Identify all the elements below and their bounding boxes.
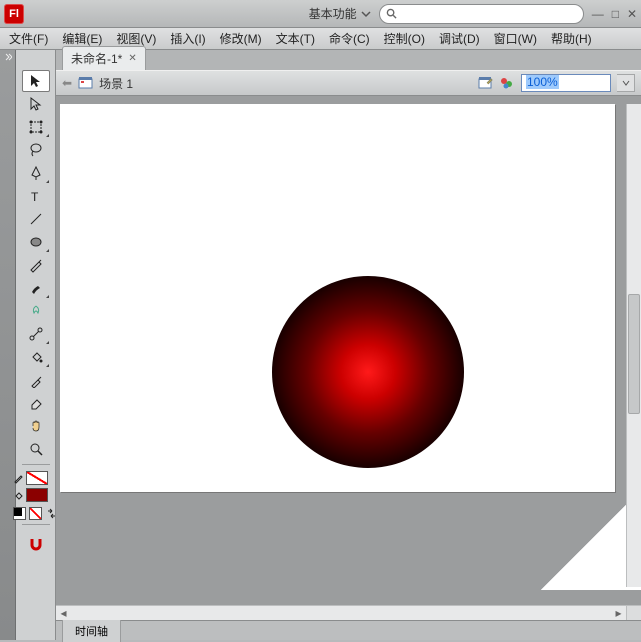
chevron-left-icon (4, 53, 12, 61)
scroll-right-button[interactable]: ▸ (611, 606, 626, 620)
bone-tool[interactable] (22, 323, 50, 345)
document-tab[interactable]: 未命名-1* ✕ (62, 46, 146, 70)
toolbox: T (16, 50, 56, 640)
text-tool[interactable]: T (22, 185, 50, 207)
canvas-area: ◂ ▸ 时间轴 (56, 96, 641, 640)
default-colors-button[interactable] (13, 507, 26, 520)
deco-tool[interactable] (22, 300, 50, 322)
minimize-button[interactable]: — (592, 7, 604, 21)
oval-shape[interactable] (272, 276, 464, 468)
horizontal-scrollbar[interactable]: ◂ ▸ (56, 605, 626, 620)
free-transform-tool[interactable] (22, 116, 50, 138)
menu-control[interactable]: 控制(O) (377, 28, 432, 49)
subselection-tool[interactable] (22, 93, 50, 115)
stroke-color-swatch[interactable] (26, 471, 48, 485)
paint-bucket-tool[interactable] (22, 346, 50, 368)
menu-help[interactable]: 帮助(H) (544, 28, 599, 49)
timeline-panel[interactable]: 时间轴 (56, 620, 641, 640)
edit-toolbar: ⬅ 场景 1 100% (56, 70, 641, 96)
page-curl-decoration (531, 500, 641, 590)
menu-file[interactable]: 文件(F) (2, 28, 55, 49)
zoom-tool[interactable] (22, 438, 50, 460)
app-icon: Fl (4, 4, 24, 24)
title-bar: Fl 基本功能 — □ ✕ (0, 0, 641, 28)
brush-tool[interactable] (22, 277, 50, 299)
timeline-label: 时间轴 (62, 619, 121, 642)
workspace-label: 基本功能 (309, 5, 357, 22)
close-button[interactable]: ✕ (627, 7, 637, 21)
scene-icon (78, 76, 93, 90)
scroll-corner (626, 605, 641, 620)
svg-text:T: T (31, 190, 39, 204)
hand-tool[interactable] (22, 415, 50, 437)
rectangle-tool[interactable] (22, 231, 50, 253)
document-tab-label: 未命名-1* (71, 50, 122, 67)
snap-icon[interactable] (27, 535, 45, 553)
fill-bucket-icon (13, 490, 24, 501)
menu-insert[interactable]: 插入(I) (163, 28, 212, 49)
maximize-button[interactable]: □ (612, 7, 619, 21)
color-swatches (13, 471, 58, 520)
menu-modify[interactable]: 修改(M) (213, 28, 269, 49)
search-input[interactable] (379, 4, 584, 24)
chevron-down-icon (361, 9, 371, 19)
zoom-value: 100% (526, 75, 559, 89)
search-icon (386, 8, 397, 19)
eraser-tool[interactable] (22, 392, 50, 414)
chevron-down-icon (622, 79, 630, 87)
pen-tool[interactable] (22, 162, 50, 184)
scroll-left-button[interactable]: ◂ (56, 606, 71, 620)
menu-debug[interactable]: 调试(D) (432, 28, 487, 49)
back-button[interactable]: ⬅ (62, 76, 72, 90)
pencil-tool[interactable] (22, 254, 50, 276)
menu-window[interactable]: 窗口(W) (487, 28, 544, 49)
scrollbar-thumb[interactable] (628, 294, 640, 414)
workspace-switcher[interactable]: 基本功能 (309, 5, 371, 22)
eyedropper-tool[interactable] (22, 369, 50, 391)
scene-label: 场景 1 (99, 75, 133, 92)
zoom-dropdown[interactable] (617, 74, 635, 92)
menu-commands[interactable]: 命令(C) (322, 28, 377, 49)
close-tab-icon[interactable]: ✕ (128, 53, 136, 64)
lasso-tool[interactable] (22, 139, 50, 161)
menu-text[interactable]: 文本(T) (269, 28, 322, 49)
line-tool[interactable] (22, 208, 50, 230)
document-tabs: 未命名-1* ✕ (56, 50, 641, 70)
stroke-pencil-icon (13, 473, 24, 484)
selection-tool[interactable] (22, 70, 50, 92)
fill-color-swatch[interactable] (26, 488, 48, 502)
no-color-button[interactable] (29, 507, 42, 520)
symbol-icon[interactable] (499, 75, 515, 91)
panel-collapse-button[interactable] (0, 50, 16, 640)
edit-scene-icon[interactable] (477, 75, 493, 91)
zoom-input[interactable]: 100% (521, 74, 611, 92)
vertical-scrollbar[interactable] (626, 104, 641, 587)
